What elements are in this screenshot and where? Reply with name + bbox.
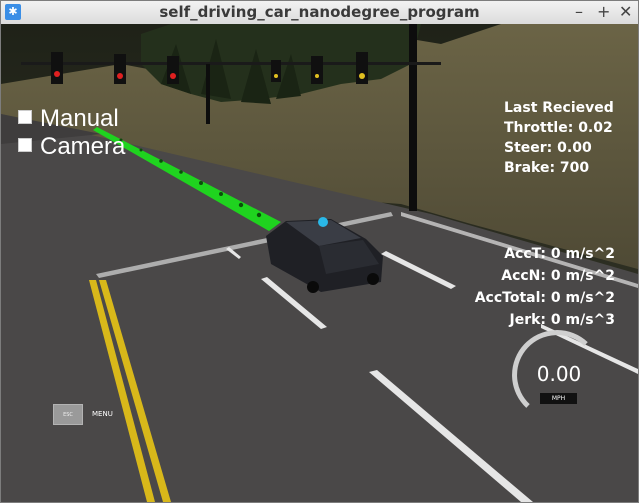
acc-t-readout: AccT: 0 m/s^2 [504, 246, 615, 262]
throttle-readout: Throttle: 0.02 [504, 120, 613, 136]
speed-value: 0.00 [536, 362, 582, 386]
minimize-button[interactable]: – [575, 2, 583, 22]
esc-button[interactable]: ESC [53, 404, 83, 425]
manual-toggle[interactable]: Manual [18, 106, 119, 132]
light-pole [206, 64, 210, 124]
maximize-button[interactable]: + [597, 2, 610, 22]
menu-label: MENU [92, 410, 113, 418]
signal-arm [21, 62, 441, 65]
title-bar[interactable]: ✱ self_driving_car_nanodegree_program – … [1, 1, 638, 25]
acc-total-readout: AccTotal: 0 m/s^2 [474, 290, 615, 306]
speed-unit: MPH [540, 393, 577, 404]
telemetry-header: Last Recieved [504, 100, 614, 116]
acc-n-readout: AccN: 0 m/s^2 [501, 268, 615, 284]
signal-pole [409, 24, 417, 211]
brake-readout: Brake: 700 [504, 160, 590, 176]
window-title: self_driving_car_nanodegree_program [159, 3, 480, 21]
camera-checkbox[interactable] [18, 138, 32, 152]
telemetry-panel: Last Recieved Throttle: 0.02 Steer: 0.00… [504, 98, 614, 178]
game-viewport[interactable]: Manual Camera Last Recieved Throttle: 0.… [1, 24, 638, 502]
simulator-window: ✱ self_driving_car_nanodegree_program – … [0, 0, 639, 503]
manual-label: Manual [40, 105, 119, 132]
steer-readout: Steer: 0.00 [504, 140, 592, 156]
manual-checkbox[interactable] [18, 110, 32, 124]
jerk-readout: Jerk: 0 m/s^3 [509, 312, 615, 328]
close-button[interactable]: ✕ [619, 2, 632, 22]
acceleration-panel: AccT: 0 m/s^2 AccN: 0 m/s^2 AccTotal: 0 … [475, 243, 615, 331]
camera-toggle[interactable]: Camera [18, 134, 125, 160]
camera-label: Camera [40, 133, 126, 160]
